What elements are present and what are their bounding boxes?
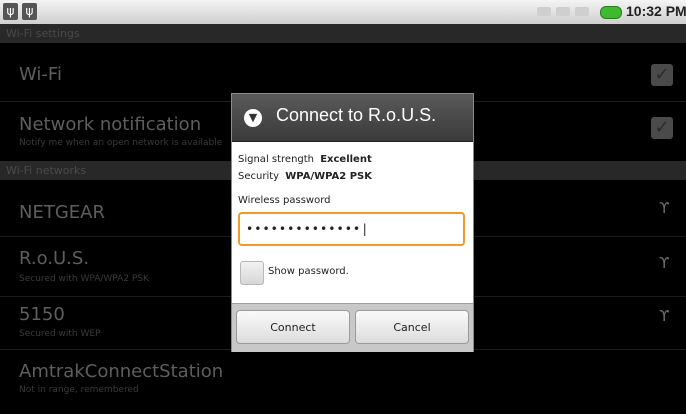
notification-checkbox[interactable]: ✓ xyxy=(651,117,673,139)
network-notification-subtitle: Notify me when an open network is availa… xyxy=(19,138,223,148)
password-label: Wireless password xyxy=(238,195,331,206)
network-item-rous[interactable]: R.o.U.S. xyxy=(19,248,89,269)
signal-icon xyxy=(537,7,551,16)
cancel-button[interactable]: Cancel xyxy=(355,310,469,344)
wifi-toggle-title[interactable]: Wi-Fi xyxy=(19,64,62,85)
wifi-dialog-icon: ▼ xyxy=(244,109,262,127)
signal-icon xyxy=(556,7,570,16)
dialog-button-bar: Connect Cancel xyxy=(232,303,473,352)
show-password-checkbox[interactable] xyxy=(240,261,264,285)
settings-header: Wi-Fi settings xyxy=(0,24,686,43)
usb-icon: ψ xyxy=(22,3,37,20)
security-value: WPA/WPA2 PSK xyxy=(285,171,372,182)
wifi-signal-icon: ϒ xyxy=(659,199,670,217)
signal-strength-row: Signal strength Excellent xyxy=(238,154,372,165)
network-item-5150-status: Secured with WEP xyxy=(19,329,101,339)
network-notification-title[interactable]: Network notification xyxy=(19,114,201,135)
wifi-lock-icon: ϒ xyxy=(659,254,670,272)
dialog-title: Connect to R.o.U.S. xyxy=(276,105,437,125)
show-password-label[interactable]: Show password. xyxy=(268,266,349,277)
network-item-amtrak[interactable]: AmtrakConnectStation xyxy=(19,361,223,382)
connect-dialog: ▼ Connect to R.o.U.S. Signal strength Ex… xyxy=(231,93,474,352)
wifi-lock-icon: ϒ xyxy=(659,307,670,325)
dialog-header: ▼ Connect to R.o.U.S. xyxy=(232,94,473,142)
signal-strength-label: Signal strength xyxy=(238,154,315,165)
network-item-5150[interactable]: 5150 xyxy=(19,304,65,325)
battery-icon xyxy=(600,6,622,19)
wifi-checkbox[interactable]: ✓ xyxy=(651,64,673,86)
security-row: Security WPA/WPA2 PSK xyxy=(238,171,372,182)
security-label: Security xyxy=(238,171,280,182)
status-time: 10:32 PM xyxy=(626,3,686,19)
network-item-amtrak-status: Not in range, remembered xyxy=(19,385,139,395)
connect-button[interactable]: Connect xyxy=(236,310,350,344)
network-item-netgear[interactable]: NETGEAR xyxy=(19,202,105,223)
status-bar: ψ ψ 10:32 PM xyxy=(0,0,686,24)
network-item-rous-status: Secured with WPA/WPA2 PSK xyxy=(19,274,149,284)
signal-icon xyxy=(575,7,589,16)
signal-strength-value: Excellent xyxy=(320,154,372,165)
password-input[interactable]: ••••••••••••••| xyxy=(238,212,465,246)
usb-icon: ψ xyxy=(3,3,18,20)
